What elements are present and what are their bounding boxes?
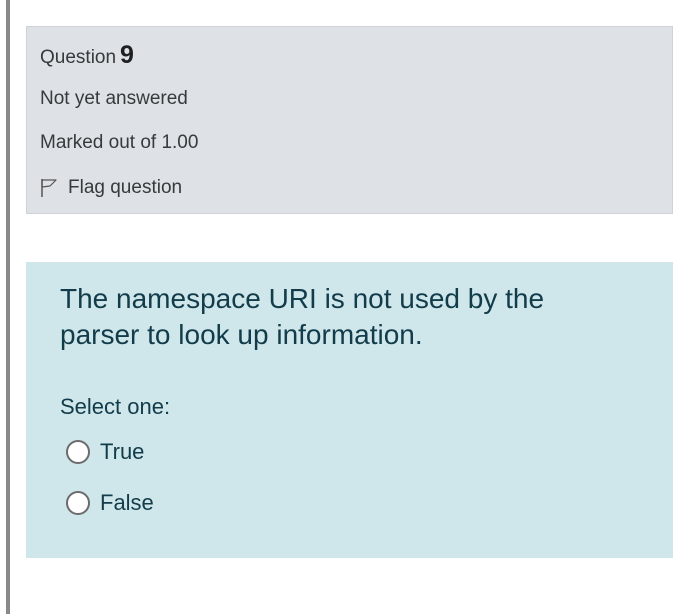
question-number: 9 [120, 41, 134, 69]
radio-button-false[interactable] [66, 491, 90, 515]
question-label: Question [40, 47, 117, 68]
question-grade: Marked out of 1.00 [40, 132, 199, 153]
flag-question-button[interactable]: Flag question [40, 177, 182, 199]
question-title: Question 9 [40, 41, 134, 70]
select-prompt: Select one: [60, 394, 171, 419]
answer-option-false[interactable]: False [66, 490, 154, 516]
question-info-panel: Question 9 Not yet answered Marked out of… [26, 26, 673, 214]
flag-question-label: Flag question [68, 177, 183, 198]
question-state: Not yet answered [40, 88, 188, 109]
question-text: The namespace URI is not used by the par… [60, 283, 545, 350]
answer-option-label: False [100, 490, 154, 515]
answer-option-true[interactable]: True [66, 439, 144, 465]
answer-option-label: True [100, 439, 145, 464]
flag-outline-icon [40, 178, 58, 198]
radio-button-true[interactable] [66, 440, 90, 464]
quiz-page: Question 9 Not yet answered Marked out of… [0, 0, 700, 614]
question-content-panel: The namespace URI is not used by the par… [26, 262, 673, 558]
left-border-rule [6, 0, 10, 614]
